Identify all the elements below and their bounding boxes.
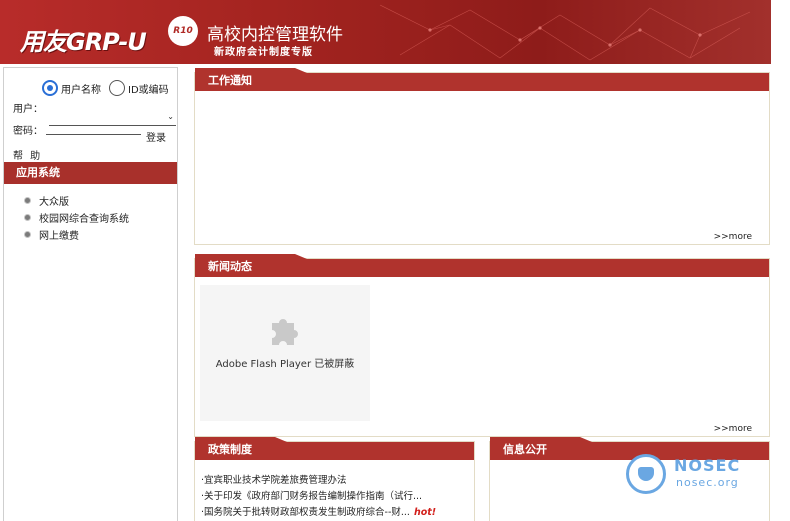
flash-placeholder[interactable]: Adobe Flash Player 已被屏蔽 (200, 285, 370, 421)
info-title: 信息公开 (490, 437, 592, 460)
password-label: 密码： (13, 126, 43, 137)
policy-header: 政策制度 (195, 437, 474, 460)
policy-list: ·宜宾职业技术学院差旅费管理办法 ·关于印发《政府部门财务报告编制操作指南（试行… (201, 472, 436, 520)
nosec-watermark: NOSEC nosec.org (626, 454, 776, 496)
app-title: 高校内控管理软件 (207, 25, 343, 45)
app-item-campus-query[interactable]: 校园网综合查询系统 (24, 209, 129, 226)
bullet-icon (24, 197, 31, 204)
app-item-label: 大众版 (39, 197, 69, 208)
bullet-icon (24, 214, 31, 221)
radio-username[interactable] (42, 80, 58, 96)
work-notice-header: 工作通知 (195, 68, 769, 91)
policy-panel: 政策制度 ·宜宾职业技术学院差旅费管理办法 ·关于印发《政府部门财务报告编制操作… (194, 437, 475, 521)
policy-item-text: ·宜宾职业技术学院差旅费管理办法 (201, 475, 347, 486)
password-input[interactable] (46, 134, 141, 135)
app-item-online-payment[interactable]: 网上缴费 (24, 226, 129, 243)
work-notice-title: 工作通知 (195, 68, 307, 91)
plugin-puzzle-icon (272, 319, 298, 345)
app-item-label: 校园网综合查询系统 (39, 214, 129, 225)
bullet-icon (24, 231, 31, 238)
user-label: 用户： (13, 104, 43, 115)
nosec-url: nosec.org (676, 476, 739, 489)
news-more-link[interactable]: >>more (714, 424, 752, 434)
radio-username-label: 用户名称 (61, 84, 101, 96)
policy-item[interactable]: ·关于印发《政府部门财务报告编制操作指南（试行... (201, 488, 436, 504)
apps-list: 大众版 校园网综合查询系统 网上缴费 (24, 192, 129, 243)
hot-badge: hot! (413, 507, 437, 518)
apps-heading: 应用系统 (4, 162, 177, 184)
help-link[interactable]: 帮 助 (13, 147, 42, 162)
news-title: 新闻动态 (195, 254, 307, 277)
app-item-label: 网上缴费 (39, 231, 79, 242)
logo-badge: R10 (168, 16, 198, 46)
login-type-radio-group: 用户名称 ID或编码 (42, 80, 177, 96)
user-select[interactable]: ⌄ (49, 112, 176, 126)
radio-id-code-label: ID或编码 (128, 84, 169, 96)
policy-title: 政策制度 (195, 437, 287, 460)
login-button[interactable]: 登录 (146, 129, 166, 144)
policy-item-text: ·国务院关于批转财政部权责发生制政府综合--财... (201, 507, 410, 518)
header-banner: 用友GRP-U R10 高校内控管理软件 新政府会计制度专版 (0, 0, 771, 64)
radio-id-code[interactable] (109, 80, 125, 96)
nosec-logo-icon (626, 454, 666, 494)
flash-blocked-message: Adobe Flash Player 已被屏蔽 (215, 359, 355, 370)
policy-item-text: ·关于印发《政府部门财务报告编制操作指南（试行... (201, 491, 423, 502)
news-panel: 新闻动态 Adobe Flash Player 已被屏蔽 >>more (194, 254, 770, 437)
news-header: 新闻动态 (195, 254, 769, 277)
app-subtitle: 新政府会计制度专版 (214, 47, 313, 58)
work-notice-more-link[interactable]: >>more (714, 232, 752, 242)
policy-item[interactable]: ·宜宾职业技术学院差旅费管理办法 (201, 472, 436, 488)
app-item-mass[interactable]: 大众版 (24, 192, 129, 209)
work-notice-panel: 工作通知 >>more (194, 68, 770, 245)
policy-item[interactable]: ·国务院关于批转财政部权责发生制政府综合--财... hot! (201, 504, 436, 520)
chevron-down-icon: ⌄ (167, 112, 174, 121)
logo-text: 用友GRP-U (20, 28, 147, 56)
left-sidebar: 用户名称 ID或编码 用户： ⌄ 密码： 登录 帮 助 应用系统 大众版 校园网… (3, 67, 178, 521)
nosec-brand: NOSEC (674, 456, 741, 475)
